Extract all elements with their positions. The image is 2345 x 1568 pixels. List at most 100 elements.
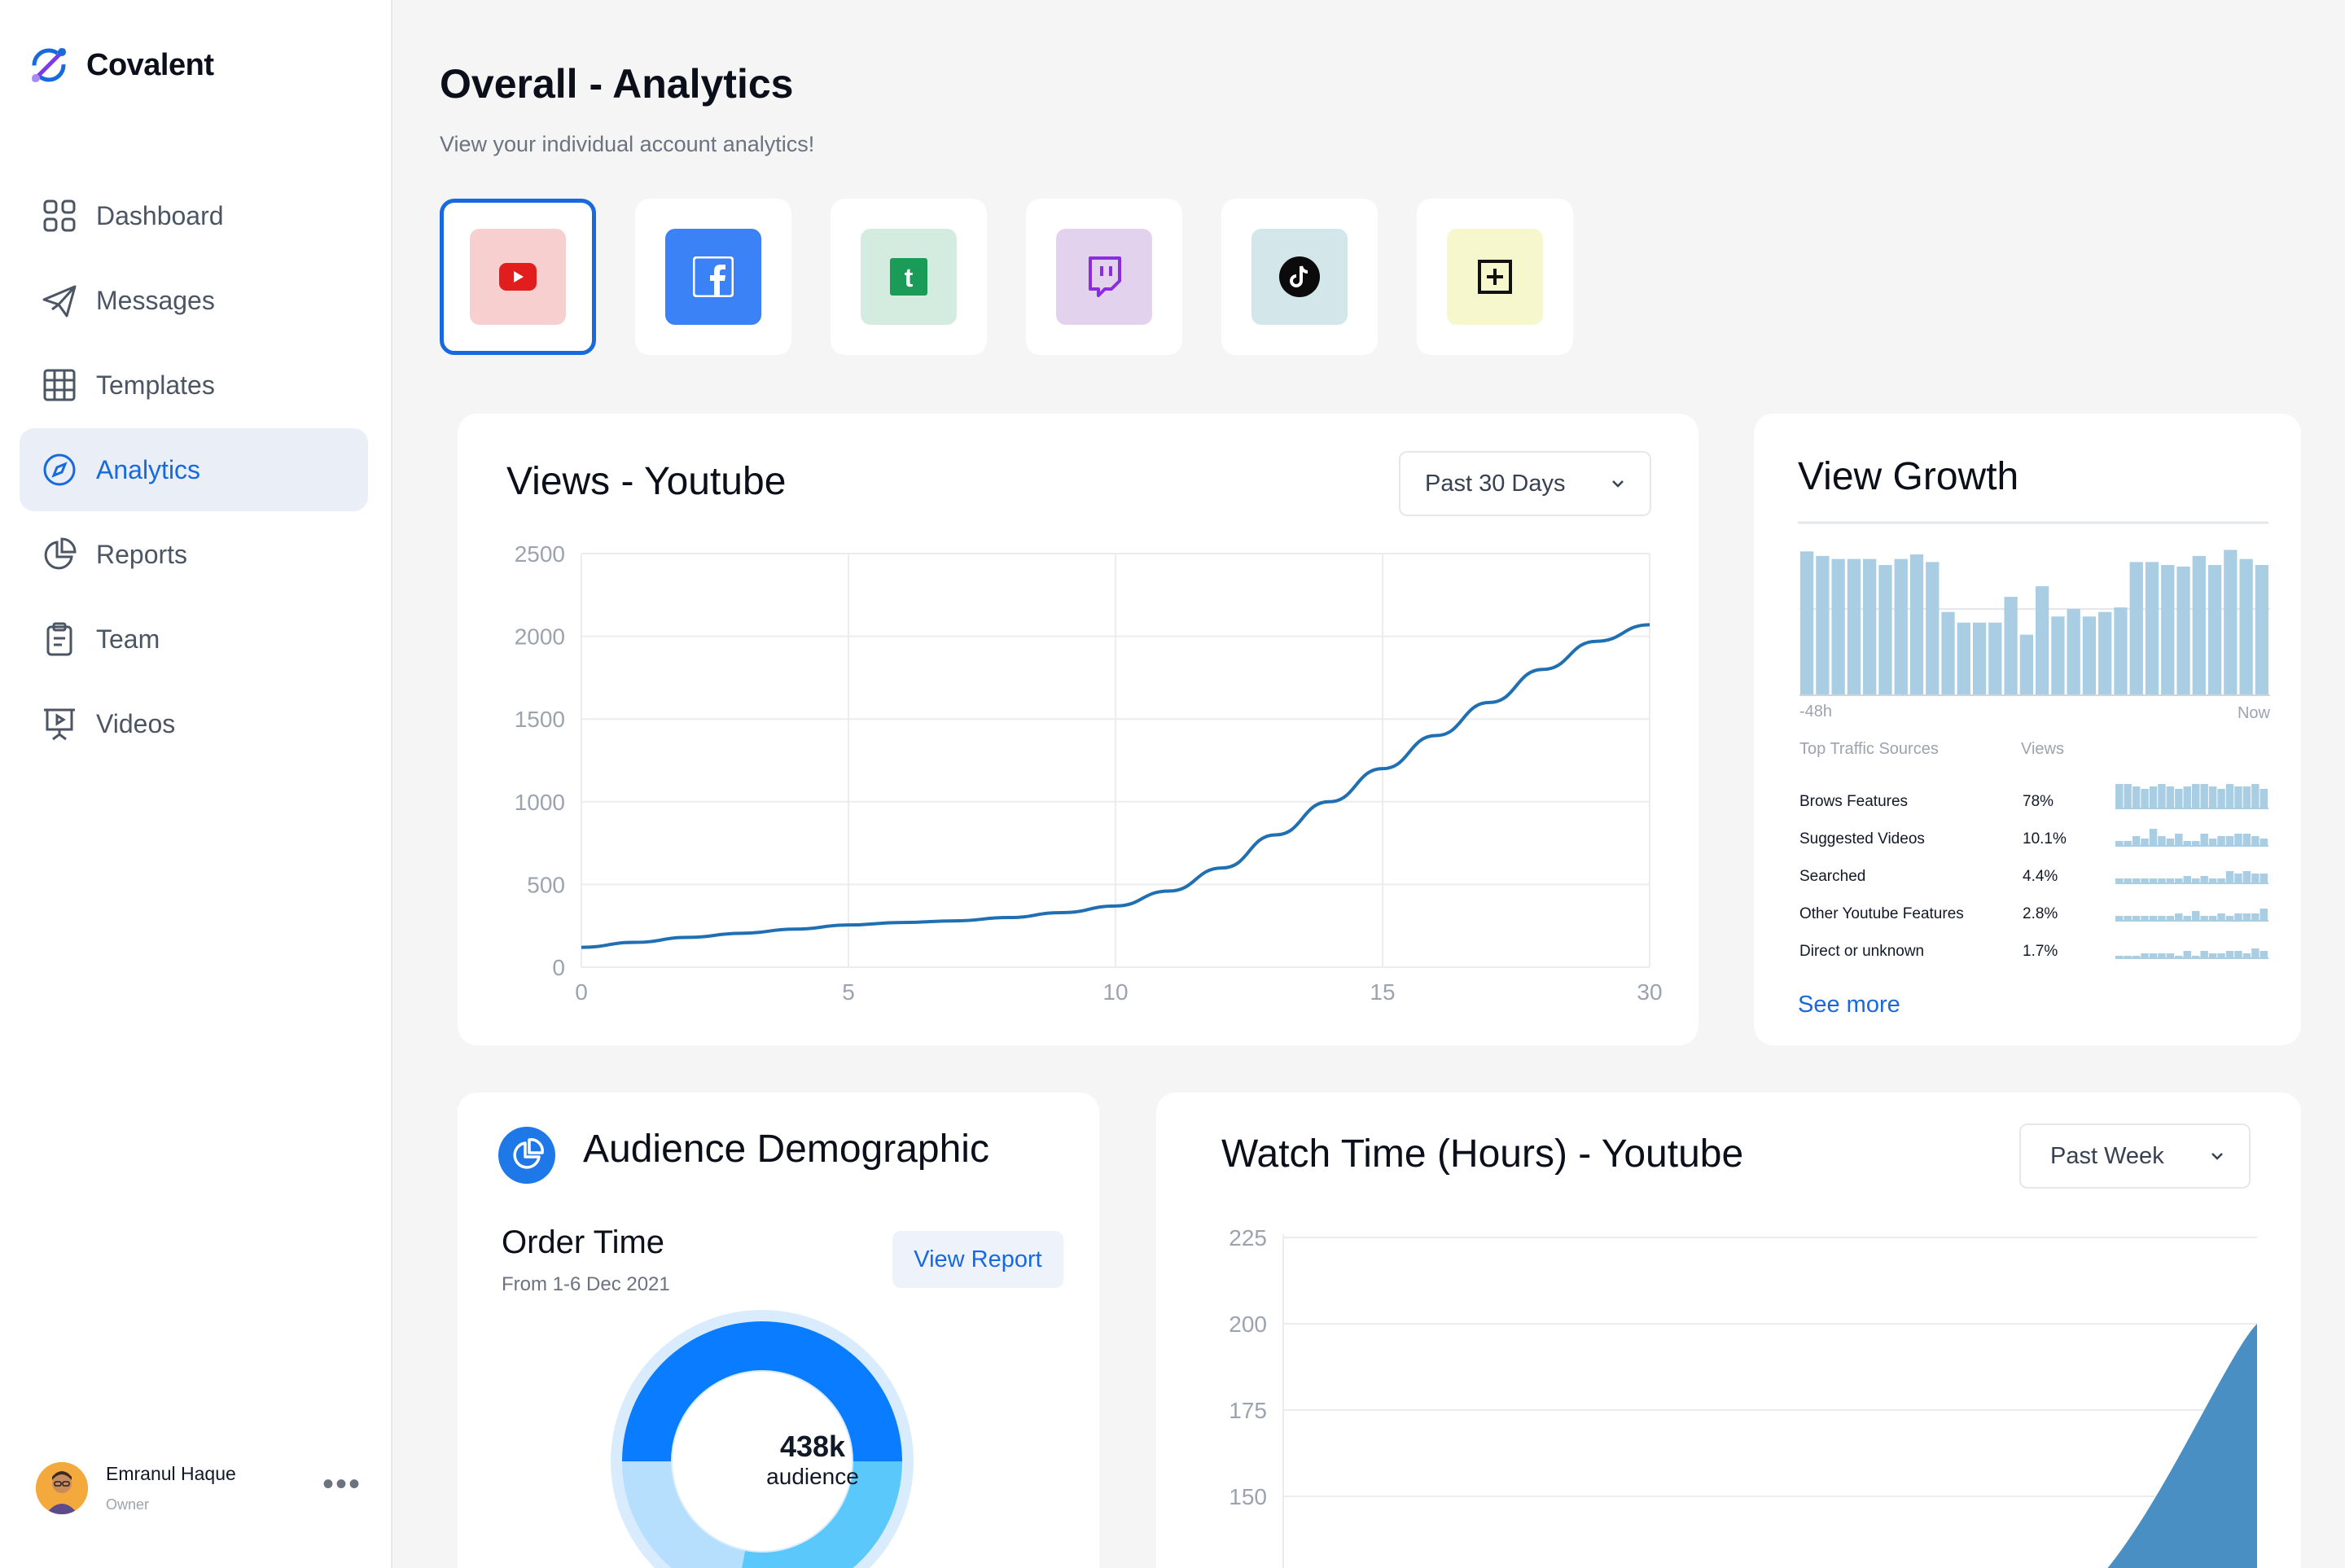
- sparkline-bar: [2192, 841, 2200, 846]
- sparkline-bar: [2260, 839, 2268, 846]
- user-profile[interactable]: Emranul Haque Owner •••: [36, 1459, 362, 1518]
- grid-icon: [43, 199, 76, 232]
- sparkline-bar: [2149, 916, 2158, 921]
- brand-name: Covalent: [86, 47, 214, 82]
- x-tick-label: 15: [1370, 979, 1395, 1005]
- sparkline-bar: [2149, 786, 2158, 808]
- growth-bar: [2255, 565, 2268, 695]
- sparkline-bar: [2175, 834, 2183, 846]
- sidebar-item-label: Analytics: [96, 454, 201, 484]
- traffic-source-value: 10.1%: [2023, 830, 2067, 848]
- watch-time-area-chart: 150 175 200 225: [1229, 1225, 2257, 1568]
- views-card: Views - Youtube Past 30 Days 0 500 1000 150…: [458, 414, 1698, 1045]
- sparkline-bar: [2124, 878, 2132, 883]
- growth-bar: [1831, 558, 1845, 695]
- growth-bar: [1863, 558, 1877, 695]
- sparkline-bar: [2141, 916, 2149, 921]
- presentation-icon: [44, 708, 75, 741]
- sparkline-bar: [2124, 956, 2132, 958]
- sparkline-bar: [2200, 834, 2208, 846]
- sparkline-bar: [2217, 789, 2225, 808]
- sparkline-bar: [2115, 916, 2124, 921]
- sparkline-bar: [2251, 874, 2260, 883]
- sidebar-item-reports[interactable]: Reports: [20, 513, 368, 596]
- platform-tiktok[interactable]: [1221, 199, 1378, 355]
- growth-bar: [2129, 562, 2143, 695]
- y-tick-label: 2500: [515, 541, 565, 567]
- sparkline-bar: [2200, 876, 2208, 883]
- user-role: Owner: [106, 1496, 150, 1513]
- twitch-icon: [1089, 256, 1121, 297]
- sparkline-bar: [2225, 836, 2234, 846]
- y-tick-label: 200: [1229, 1312, 1267, 1337]
- watch-time-card: Watch Time (Hours) - Youtube Past Week 1…: [1156, 1093, 2301, 1568]
- growth-bar: [2051, 616, 2065, 695]
- platform-add[interactable]: [1417, 199, 1573, 355]
- sparkline-bar: [2183, 951, 2191, 958]
- growth-bar: [1894, 558, 1908, 695]
- sparkline-bar: [2260, 789, 2268, 808]
- x-tick-label: 0: [575, 979, 588, 1005]
- sparkline-bar: [2124, 784, 2132, 808]
- view-report-button[interactable]: View Report: [892, 1231, 1063, 1288]
- sparkline-bar: [2234, 874, 2242, 883]
- sparkline-bar: [2242, 953, 2251, 958]
- sparkline-bar: [2242, 834, 2251, 846]
- sparkline-bar: [2115, 784, 2124, 808]
- tiktok-tile: [1251, 229, 1348, 325]
- sparkline-bar: [2175, 789, 2183, 808]
- platform-twitch[interactable]: [1026, 199, 1182, 355]
- sparkline-bar: [2166, 878, 2175, 883]
- growth-bar: [2067, 608, 2080, 695]
- send-icon: [42, 285, 77, 318]
- sidebar-item-team[interactable]: Team: [20, 598, 368, 681]
- sidebar-item-label: Templates: [96, 370, 215, 400]
- add-tile: [1447, 229, 1543, 325]
- sparkline-bar: [2158, 784, 2166, 808]
- sparkline-bar: [2200, 916, 2208, 921]
- covalent-logo-icon: [32, 48, 66, 82]
- avatar: [36, 1462, 88, 1514]
- youtube-tile: [470, 229, 566, 325]
- sparkline-bar: [2234, 834, 2242, 846]
- sparkline-bar: [2183, 786, 2191, 808]
- sidebar-item-messages[interactable]: Messages: [20, 259, 368, 342]
- platform-youtube[interactable]: [440, 199, 596, 355]
- sparkline-bar: [2183, 876, 2191, 883]
- clipboard-icon: [46, 622, 72, 656]
- x-tick-label: 30: [1637, 979, 1662, 1005]
- more-menu-icon[interactable]: •••: [322, 1468, 362, 1500]
- sidebar-item-videos[interactable]: Videos: [20, 682, 368, 765]
- traffic-source-label: Searched: [1799, 868, 1865, 885]
- growth-bar: [1816, 555, 1830, 695]
- growth-bar: [2098, 611, 2112, 695]
- platform-selector: t: [440, 199, 1573, 355]
- audience-card: Audience Demographic Order Time From 1-6…: [458, 1093, 1099, 1568]
- sidebar-item-dashboard[interactable]: Dashboard: [20, 174, 368, 257]
- brand-logo[interactable]: Covalent: [26, 42, 214, 88]
- sidebar-item-analytics[interactable]: Analytics: [20, 428, 368, 511]
- sparkline-bar: [2242, 913, 2251, 921]
- sparkline-bar: [2192, 784, 2200, 808]
- traffic-source-value: 4.4%: [2023, 868, 2058, 885]
- youtube-icon: [499, 263, 537, 291]
- see-more-link[interactable]: See more: [1798, 992, 1900, 1018]
- platform-facebook[interactable]: [635, 199, 791, 355]
- sidebar-item-templates[interactable]: Templates: [20, 344, 368, 427]
- sparkline-bar: [2158, 878, 2166, 883]
- sparkline-bar: [2149, 878, 2158, 883]
- views-line-chart: 0 500 1000 1500 2000 2500 0 5 10 15 30: [515, 541, 1663, 1005]
- y-tick-label: 2000: [515, 624, 565, 650]
- sparkline-bar: [2200, 951, 2208, 958]
- x-tick-label: 10: [1102, 979, 1128, 1005]
- sparkline-bar: [2124, 916, 2132, 921]
- avatar-image: [36, 1462, 88, 1514]
- add-icon: [1478, 260, 1512, 294]
- platform-tumblr[interactable]: t: [831, 199, 987, 355]
- growth-bar: [1800, 551, 1814, 695]
- growth-start-label: -48h: [1799, 703, 1832, 720]
- sidebar-item-label: Dashboard: [96, 200, 224, 230]
- sparkline-bar: [2149, 953, 2158, 958]
- sparkline-bar: [2225, 951, 2234, 958]
- y-tick-label: 1500: [515, 707, 565, 732]
